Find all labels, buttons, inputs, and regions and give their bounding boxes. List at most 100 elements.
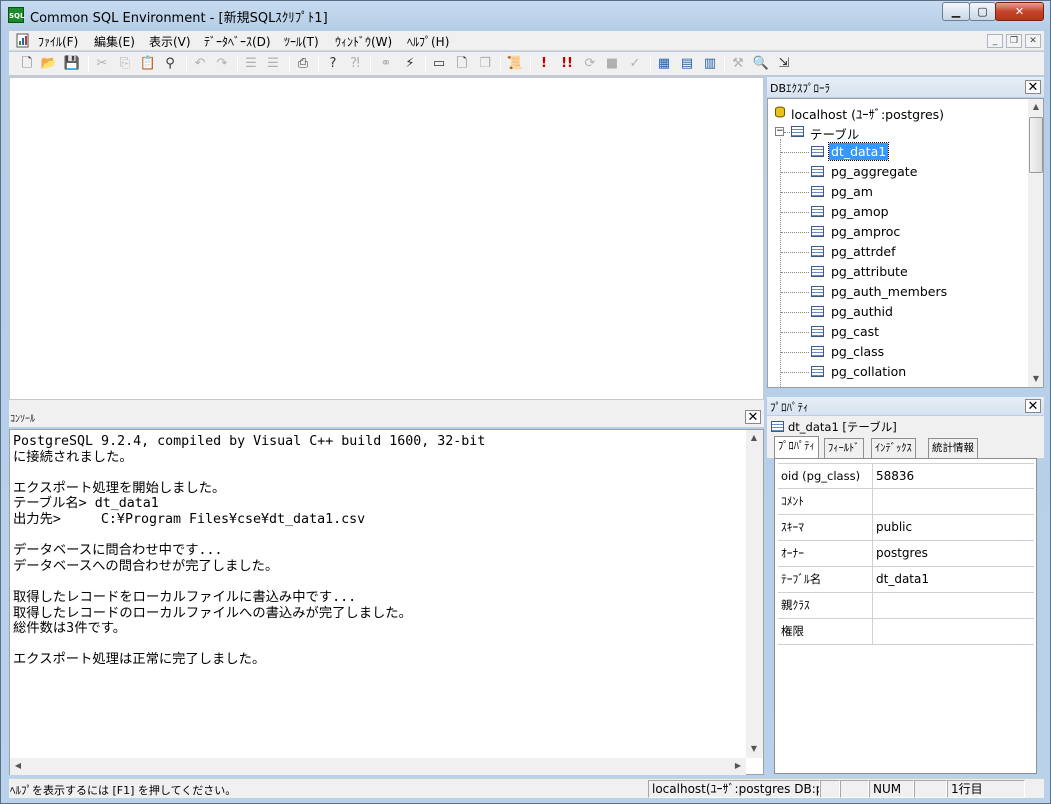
tools-icon[interactable]: ⚒ [729,55,747,73]
console-close-button[interactable]: ✕ [745,410,761,424]
tree-item-label: pg_attribute [831,264,908,279]
execute-all-icon[interactable]: !! [558,55,576,73]
property-row[interactable]: ﾃｰﾌﾞﾙ名 dt_data1 [778,567,1034,593]
properties-subject-label: dt_data1 [テーブル] [788,420,897,434]
indent-icon[interactable]: ☰ [242,55,260,73]
undo-icon[interactable]: ↶ [191,55,209,73]
table-view-icon[interactable]: ▥ [701,55,719,73]
execute-icon[interactable]: ! [535,55,553,73]
property-row[interactable]: 権限 [778,619,1034,645]
scroll-up-icon[interactable]: ▲ [746,430,762,446]
connect-icon[interactable]: ⚭ [377,55,395,73]
menu-window[interactable]: ｳｨﾝﾄﾞｳ(W) [335,33,392,50]
scroll-thumb[interactable] [1029,117,1043,173]
scroll-up-icon[interactable]: ▲ [1028,99,1043,115]
find-icon[interactable]: ⚲ [161,55,179,73]
tab-statistics[interactable]: 統計情報 [928,438,978,458]
search-icon[interactable]: 🔍 [752,55,770,73]
tree-item-table[interactable]: pg_auth_members [768,282,1026,302]
table-icon [811,206,824,217]
script-icon[interactable]: 📜 [506,55,524,73]
properties-tabs: ﾌﾟﾛﾊﾟﾃｨ ﾌｨｰﾙﾄﾞ ｲﾝﾃﾞｯｸｽ 統計情報 [767,436,1044,458]
scroll-down-icon[interactable]: ▼ [1028,371,1043,387]
close-button[interactable]: ✕ [995,2,1044,21]
mdi-minimize-button[interactable]: _ [987,34,1003,48]
main-window: SQL Common SQL Environment - [新規SQLｽｸﾘﾌﾟ… [0,0,1051,804]
property-row[interactable]: ｽｷｰﾏ public [778,515,1034,541]
tree-item-table[interactable]: pg_authid [768,302,1026,322]
menu-database[interactable]: ﾃﾞｰﾀﾍﾞｰｽ(D) [204,33,271,50]
paste-icon[interactable]: 📋 [139,55,157,73]
db-explorer-tree[interactable]: localhost (ﾕｰｻﾞ:postgres) − テーブル dt_data… [767,98,1044,388]
property-row[interactable]: oid (pg_class) 58836 [778,463,1034,490]
app-icon[interactable]: SQL [8,7,24,23]
open-icon[interactable]: 📂 [40,55,58,73]
console-header: ｺﾝｿｰﾙ ✕ [9,407,764,427]
window-icon[interactable]: ▭ [430,55,448,73]
menu-edit[interactable]: 編集(E) [94,33,135,50]
tree-item-table[interactable]: pg_class [768,342,1026,362]
tree-item-table[interactable]: pg_cast [768,322,1026,342]
minimize-button[interactable]: ▁ [942,2,970,21]
property-row[interactable]: ｵｰﾅｰ postgres [778,541,1034,567]
document-new-icon[interactable]: 🗋 [453,55,471,73]
tab-indexes[interactable]: ｲﾝﾃﾞｯｸｽ [871,438,916,458]
cut-icon[interactable]: ✂ [93,55,111,73]
console-output[interactable]: PostgreSQL 9.2.4, compiled by Visual C++… [9,429,764,775]
mdi-restore-button[interactable]: ❐ [1006,34,1022,48]
document-icon[interactable] [15,33,31,48]
context-help-icon[interactable]: ⁈ [346,55,364,73]
disconnect-icon[interactable]: ⚡ [401,55,419,73]
tree-item-table[interactable]: pg_attribute [768,262,1026,282]
tree-item-label: pg_attrdef [831,244,896,259]
copy-icon[interactable]: ⎘ [116,55,134,73]
menu-help[interactable]: ﾍﾙﾌﾟ(H) [407,33,449,50]
console-line: に接続されました。 [13,449,133,465]
tree-item-table[interactable]: pg_am [768,182,1026,202]
title-bar[interactable]: SQL Common SQL Environment - [新規SQLｽｸﾘﾌﾟ… [1,1,1050,30]
menu-file[interactable]: ﾌｧｲﾙ(F) [38,33,78,50]
table-edit-icon[interactable]: ▤ [678,55,696,73]
tree-item-table[interactable]: pg_collation [768,362,1026,382]
console-line: 取得したレコードをローカルファイルに書込み中です... [13,589,357,605]
console-vertical-scrollbar[interactable]: ▲ ▼ [746,430,763,758]
tree-item-table[interactable]: dt_data1 [768,142,1026,162]
menu-view[interactable]: 表示(V) [149,33,191,50]
help-icon[interactable]: ? [324,55,342,73]
explain-icon[interactable]: ✓ [626,55,644,73]
property-row[interactable]: 親ｸﾗｽ [778,593,1034,619]
db-explorer-scrollbar[interactable]: ▲ ▼ [1028,99,1043,387]
menu-tools[interactable]: ﾂｰﾙ(T) [284,33,319,50]
cascade-icon[interactable]: ❐ [476,55,494,73]
export-icon[interactable]: ⇲ [775,55,793,73]
editor-console-splitter[interactable] [9,400,764,407]
sql-editor[interactable] [9,77,764,400]
scroll-left-icon[interactable]: ◀ [10,758,26,774]
console-horizontal-scrollbar[interactable]: ◀ ▶ [10,758,746,775]
properties-subject: dt_data1 [テーブル] [767,416,1044,436]
tree-item-table[interactable]: pg_attrdef [768,242,1026,262]
properties-close-button[interactable]: ✕ [1025,399,1041,413]
print-icon[interactable]: ⎙ [294,55,312,73]
tree-item-table[interactable]: pg_aggregate [768,162,1026,182]
tab-fields[interactable]: ﾌｨｰﾙﾄﾞ [824,438,864,458]
step-icon[interactable]: ⟳ [581,55,599,73]
scroll-right-icon[interactable]: ▶ [730,758,746,774]
tab-properties[interactable]: ﾌﾟﾛﾊﾟﾃｨ [774,436,819,458]
tree-item-table[interactable]: pg_amproc [768,222,1026,242]
db-explorer-close-button[interactable]: ✕ [1025,80,1041,94]
mdi-close-button[interactable]: ✕ [1025,34,1041,48]
stop-icon[interactable]: ■ [603,55,621,73]
table-new-icon[interactable]: ▦ [655,55,673,73]
collapse-icon[interactable]: − [775,127,784,136]
menu-bar: ﾌｧｲﾙ(F) 編集(E) 表示(V) ﾃﾞｰﾀﾍﾞｰｽ(D) ﾂｰﾙ(T) ｳ… [9,31,1044,51]
maximize-button[interactable]: ▢ [969,2,996,21]
redo-icon[interactable]: ↷ [213,55,231,73]
save-icon[interactable]: 💾 [63,55,81,73]
tree-item-table[interactable]: pg_amop [768,202,1026,222]
scroll-down-icon[interactable]: ▼ [746,741,762,757]
property-row[interactable]: ｺﾒﾝﾄ [778,489,1034,515]
new-icon[interactable]: 🗋 [18,55,36,73]
outdent-icon[interactable]: ☰ [264,55,282,73]
